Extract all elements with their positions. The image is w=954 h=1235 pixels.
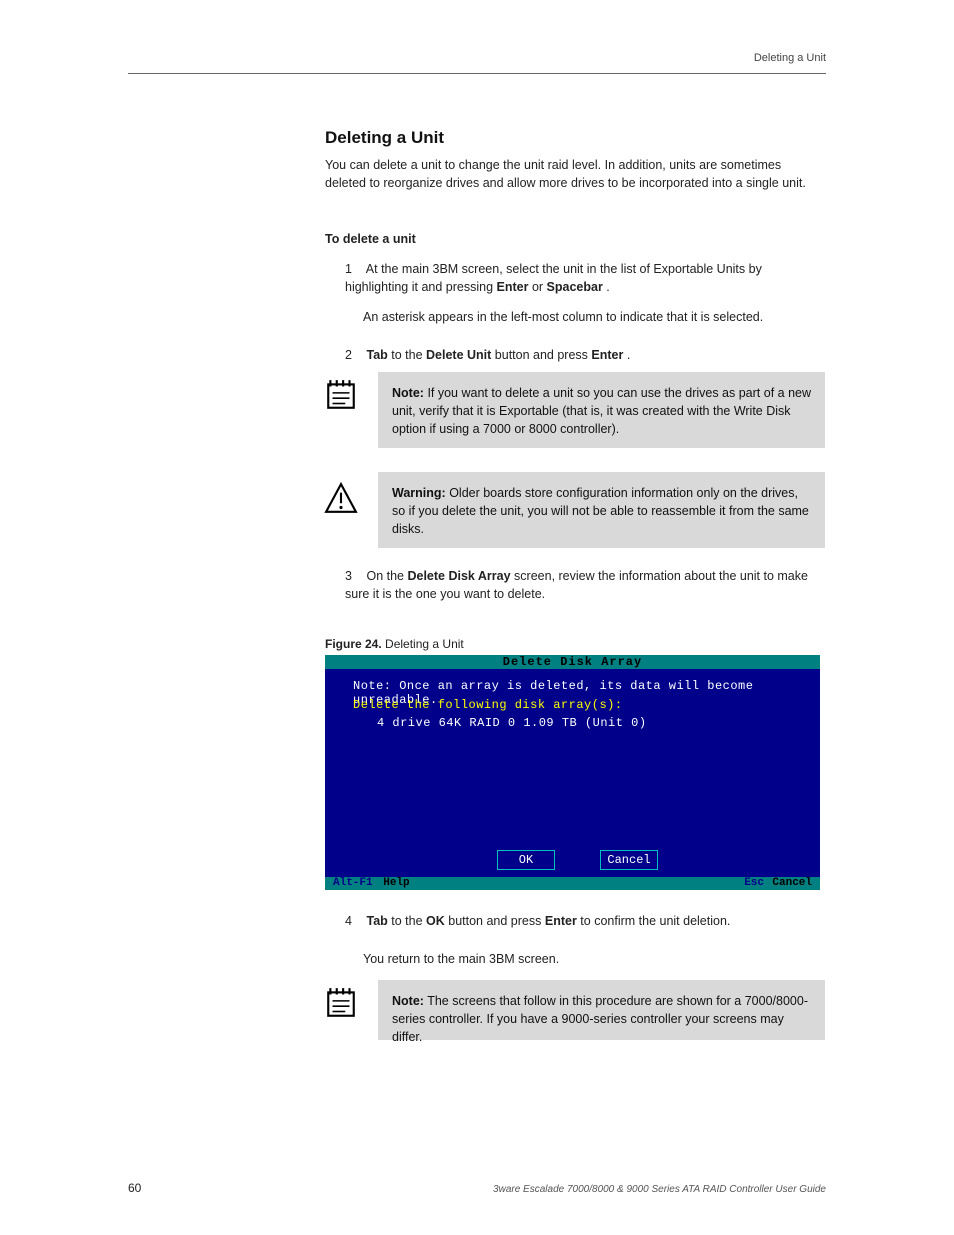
step-1-key-enter: Enter	[497, 280, 529, 294]
step-2-mid2: button and press	[495, 348, 592, 362]
figure-label: Figure 24.	[325, 637, 382, 651]
step-1-mid: or	[532, 280, 547, 294]
note-callout-1: Note: If you want to delete a unit so yo…	[378, 372, 825, 448]
header-right: Deleting a Unit	[754, 52, 826, 64]
step-4-mid2: button and press	[448, 914, 545, 928]
step-4-mid1: to the	[391, 914, 426, 928]
step-2-mid1: to the	[391, 348, 426, 362]
to-delete-heading: To delete a unit	[325, 230, 825, 248]
bios-dialog: Delete Disk Array Note: Once an array is…	[325, 655, 820, 890]
step-4-num: 4	[345, 912, 363, 930]
step-4-after: You return to the main 3BM screen.	[363, 950, 825, 968]
warning-callout: Warning: Older boards store configuratio…	[378, 472, 825, 548]
bios-entry: 4 drive 64K RAID 0 1.09 TB (Unit 0)	[377, 716, 647, 730]
figure-text: Deleting a Unit	[385, 637, 464, 651]
note1-label: Note:	[392, 386, 424, 400]
step-3: 3 On the Delete Disk Array screen, revie…	[345, 567, 825, 603]
bios-ok-button[interactable]: OK	[497, 850, 555, 870]
step-2-key-tab: Tab	[366, 348, 387, 362]
figure-caption: Figure 24. Deleting a Unit	[325, 637, 464, 651]
step-4-key-tab: Tab	[366, 914, 387, 928]
page-number: 60	[128, 1181, 141, 1195]
bios-prompt: Delete the following disk array(s):	[353, 698, 623, 712]
step-4-mid3: to confirm the unit deletion.	[580, 914, 730, 928]
note-callout-2: Note: The screens that follow in this pr…	[378, 980, 825, 1040]
section-title: Deleting a Unit	[325, 128, 825, 148]
step-1: 1 At the main 3BM screen, select the uni…	[345, 260, 825, 296]
step-1-after: An asterisk appears in the left-most col…	[363, 308, 825, 326]
bios-footer-esc: Esc	[744, 877, 764, 890]
warning-icon	[324, 482, 360, 518]
step-2-num: 2	[345, 346, 363, 364]
step-2-key-enter: Enter	[591, 348, 623, 362]
warn-text: Older boards store configuration informa…	[392, 486, 809, 536]
footer-text: 3ware Escalade 7000/8000 & 9000 Series A…	[493, 1184, 826, 1195]
note-icon	[324, 378, 360, 414]
step-3-window: Delete Disk Array	[407, 569, 510, 583]
step-2-btn: Delete Unit	[426, 348, 491, 362]
step-4-btn: OK	[426, 914, 445, 928]
step-4: 4 Tab to the OK button and press Enter t…	[345, 912, 825, 930]
intro-para: You can delete a unit to change the unit…	[325, 156, 825, 192]
note1-text: If you want to delete a unit so you can …	[392, 386, 811, 436]
header-rule	[128, 73, 826, 74]
step-4-key-enter: Enter	[545, 914, 577, 928]
note-icon-2	[324, 986, 360, 1022]
step-1-post: .	[606, 280, 609, 294]
note2-text: The screens that follow in this procedur…	[392, 994, 808, 1044]
step-2: 2 Tab to the Delete Unit button and pres…	[345, 346, 825, 364]
bios-footer-key: Alt-F1	[333, 877, 373, 889]
step-3-pre: On the	[366, 569, 407, 583]
step-1-key-space: Spacebar	[547, 280, 603, 294]
note2-label: Note:	[392, 994, 424, 1008]
bios-title: Delete Disk Array	[325, 655, 820, 669]
step-1-num: 1	[345, 260, 363, 278]
bios-footer-help: Help	[383, 877, 409, 889]
warn-label: Warning:	[392, 486, 446, 500]
bios-footer-cancel: Cancel	[772, 877, 812, 890]
step-3-num: 3	[345, 567, 363, 585]
bios-cancel-button[interactable]: Cancel	[600, 850, 658, 870]
step-2-post: .	[627, 348, 630, 362]
bios-footer: Alt-F1 Help Esc Cancel	[325, 877, 820, 890]
